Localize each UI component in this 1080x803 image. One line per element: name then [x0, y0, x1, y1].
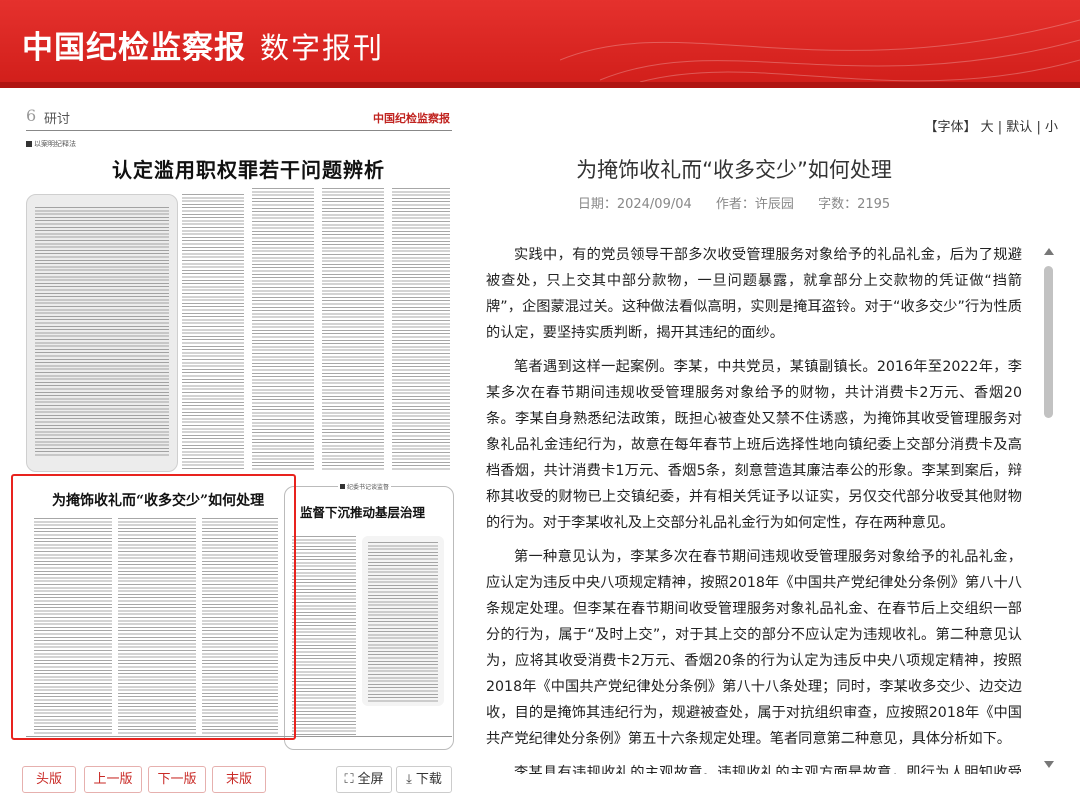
fullscreen-label: 全屏	[357, 772, 384, 787]
download-button[interactable]: ⤓ 下载	[396, 766, 452, 793]
text-column	[322, 188, 384, 470]
article-meta: 日期：2024/09/04 作者：许辰园 字数：2195	[470, 193, 998, 212]
text-block	[35, 207, 169, 457]
logo-subtitle: 数字报刊	[260, 31, 385, 65]
author-label: 作者：	[715, 197, 755, 212]
article-date: 日期：2024/09/04	[578, 197, 692, 212]
text-column	[392, 188, 450, 470]
article-kicker: 以案明纪释法	[26, 139, 76, 149]
text-column	[368, 542, 438, 702]
text-column	[292, 536, 356, 736]
date-label: 日期：	[577, 197, 617, 212]
separator: |	[997, 120, 1003, 135]
article-kicker-right: 纪委书记谈监督	[338, 482, 392, 491]
prev-page-button[interactable]: 上一版	[84, 766, 142, 793]
font-label: 【字体】	[924, 120, 977, 135]
article-headline-right[interactable]: 监督下沉推动基层治理	[300, 502, 425, 521]
font-small-button[interactable]: 小	[1045, 120, 1058, 135]
page-section: 研讨	[44, 112, 71, 127]
font-size-controls: 【字体】 大 | 默认 | 小	[924, 116, 1058, 135]
page-number: 6	[26, 106, 37, 125]
selected-article-highlight[interactable]	[11, 474, 296, 740]
article-headline-main[interactable]: 认定滥用职权罪若干问题辨析	[112, 154, 385, 183]
text-column	[252, 188, 314, 470]
logo-text: 中国纪检监察报	[22, 30, 246, 66]
download-label: 下载	[415, 772, 442, 787]
article-paragraph: 实践中，有的党员领导干部多次收受管理服务对象给予的礼品礼金，后为了规避被查处，只…	[486, 247, 1022, 341]
wordcount-value: 2195	[857, 197, 891, 212]
site-logo[interactable]: 中国纪检监察报 数字报刊	[22, 22, 384, 67]
page-logo: 中国纪检监察报	[373, 112, 450, 125]
last-page-button[interactable]: 末版	[212, 766, 266, 793]
font-large-button[interactable]: 大	[981, 120, 994, 135]
fullscreen-icon: ⛶	[344, 772, 354, 787]
header-band	[0, 82, 1080, 88]
next-page-button[interactable]: 下一版	[148, 766, 206, 793]
wordcount-label: 字数：	[818, 197, 858, 212]
sidebar-box	[26, 194, 178, 472]
first-page-button[interactable]: 头版	[22, 766, 76, 793]
article-paragraph: 李某具有违规收礼的主观故意。违规收礼的主观方面是故意，即行为人明知收受可	[514, 765, 1022, 774]
article-scrollbar[interactable]	[1042, 248, 1056, 768]
article-title: 为掩饰收礼而“收多交少”如何处理	[576, 158, 892, 182]
date-value: 2024/09/04	[616, 197, 692, 212]
article-author: 作者：许辰园	[716, 197, 794, 212]
author-value: 许辰园	[754, 197, 794, 212]
article-wordcount: 字数：2195	[818, 197, 890, 212]
article-paragraph: 第一种意见认为，李某多次在春节期间违规收受管理服务对象给予的礼品礼金，应认定为违…	[486, 549, 1022, 747]
article-paragraph: 笔者遇到这样一起案例。李某，中共党员，某镇副镇长。2016年至2022年，李某多…	[486, 359, 1022, 531]
site-header: 中国纪检监察报 数字报刊	[0, 0, 1080, 82]
fullscreen-button[interactable]: ⛶ 全屏	[336, 766, 392, 793]
scrollbar-thumb[interactable]	[1044, 266, 1053, 418]
header-decoration	[560, 19, 1080, 82]
download-icon: ⤓	[406, 772, 412, 787]
font-default-button[interactable]: 默认	[1006, 120, 1032, 135]
scroll-down-arrow-icon[interactable]	[1044, 761, 1054, 768]
article-body[interactable]: 实践中，有的党员领导干部多次收受管理服务对象给予的礼品礼金，后为了规避被查处，只…	[486, 242, 1022, 774]
scroll-up-arrow-icon[interactable]	[1044, 248, 1054, 255]
separator: |	[1036, 120, 1041, 135]
text-column	[182, 194, 244, 470]
